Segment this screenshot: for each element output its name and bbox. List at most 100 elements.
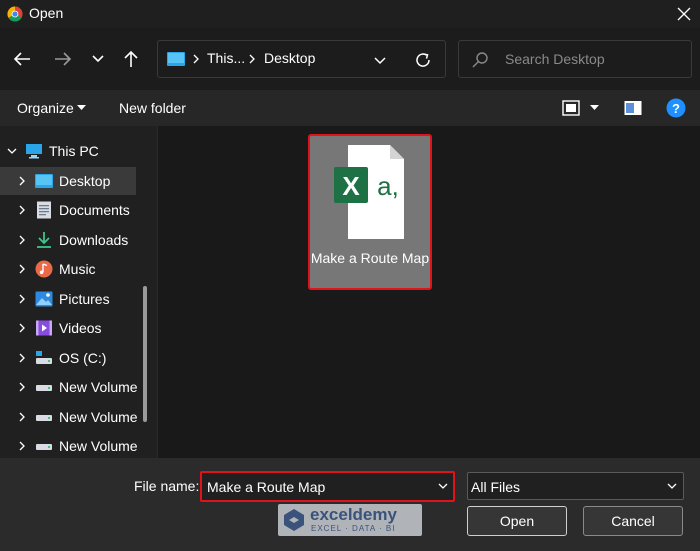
sidebar-item-desktop[interactable]: Desktop xyxy=(0,167,136,195)
sidebar-scrollbar[interactable] xyxy=(143,286,147,422)
chevron-right-icon xyxy=(19,323,25,333)
breadcrumb-desktop[interactable]: Desktop xyxy=(264,50,315,66)
preview-pane-icon[interactable] xyxy=(624,100,642,116)
arrow-up-icon xyxy=(124,50,138,67)
refresh-icon[interactable] xyxy=(413,50,433,70)
sidebar-item-label: New Volume xyxy=(59,379,138,395)
sidebar-item-music[interactable]: Music xyxy=(0,255,150,283)
sidebar-item-label: Documents xyxy=(59,202,130,218)
sidebar-item-label: Videos xyxy=(59,320,102,336)
search-placeholder: Search Desktop xyxy=(505,51,605,67)
file-name-label: Make a Route Map xyxy=(310,250,430,266)
organize-menu[interactable]: Organize xyxy=(17,100,74,116)
arrow-left-icon xyxy=(13,52,30,66)
cancel-button[interactable]: Cancel xyxy=(583,506,683,536)
pc-icon xyxy=(26,144,42,159)
chevron-right-icon xyxy=(19,294,25,304)
file-type-select[interactable]: All Files xyxy=(467,472,684,500)
chevron-right-icon xyxy=(19,353,25,363)
navigation-bar: This... Desktop Search Desktop xyxy=(0,28,700,90)
desktop-folder-icon xyxy=(167,52,185,66)
file-name-input[interactable]: Make a Route Map xyxy=(200,471,455,502)
chevron-down-icon xyxy=(7,148,17,154)
sidebar-item-label: OS (C:) xyxy=(59,350,107,366)
drive-icon xyxy=(36,444,52,450)
open-button[interactable]: Open xyxy=(467,506,567,536)
view-layout-icon[interactable] xyxy=(562,99,580,117)
sidebar-item-documents[interactable]: Documents xyxy=(0,196,150,224)
svg-text:?: ? xyxy=(672,101,680,116)
chevron-right-icon xyxy=(19,235,25,245)
navigation-pane: This PC Desktop Documents Downloads Musi… xyxy=(0,126,157,458)
dialog-footer: File name: Make a Route Map All Files ex… xyxy=(0,458,700,551)
exceldemy-logo-icon xyxy=(284,509,304,531)
sidebar-item-label: This PC xyxy=(49,143,99,159)
sidebar-item-os-c[interactable]: OS (C:) xyxy=(0,344,150,372)
drive-icon xyxy=(36,351,52,364)
svg-text:X: X xyxy=(342,171,360,201)
up-button[interactable] xyxy=(118,46,144,72)
help-icon[interactable]: ? xyxy=(666,98,686,118)
drive-icon xyxy=(36,415,52,421)
search-box[interactable]: Search Desktop xyxy=(458,40,692,78)
excel-file-icon: X a, xyxy=(334,145,404,239)
file-name-value: Make a Route Map xyxy=(207,479,326,495)
sidebar-item-label: Music xyxy=(59,261,96,277)
drive-icon xyxy=(36,385,52,391)
title-bar: Open xyxy=(0,0,700,28)
forward-button[interactable] xyxy=(50,46,76,72)
sidebar-item-new-volume[interactable]: New Volume xyxy=(0,403,150,431)
svg-text:a,: a, xyxy=(377,171,399,201)
sidebar-item-label: Desktop xyxy=(59,173,111,189)
chevron-right-icon xyxy=(19,441,25,451)
sidebar-item-pictures[interactable]: Pictures xyxy=(0,285,150,313)
chevron-down-icon xyxy=(92,55,104,63)
chevron-right-icon xyxy=(193,54,199,64)
desktop-folder-icon xyxy=(35,174,53,188)
sidebar-item-label: New Volume xyxy=(59,409,138,425)
chevron-right-icon xyxy=(19,205,25,215)
sidebar-item-downloads[interactable]: Downloads xyxy=(0,226,150,254)
close-button[interactable] xyxy=(672,2,696,26)
pictures-icon xyxy=(35,291,53,307)
exceldemy-watermark: exceldemy EXCEL · DATA · BI xyxy=(278,504,422,536)
file-item[interactable]: X a, Make a Route Map xyxy=(308,134,432,290)
sidebar-item-new-volume[interactable]: New Volume xyxy=(0,432,150,458)
search-icon xyxy=(472,52,488,68)
file-name-field-label: File name: xyxy=(134,478,200,494)
arrow-right-icon xyxy=(55,52,72,66)
documents-icon xyxy=(37,201,51,219)
new-folder-button[interactable]: New folder xyxy=(119,100,186,116)
chevron-right-icon xyxy=(19,382,25,392)
chevron-right-icon xyxy=(19,412,25,422)
breadcrumb-this-pc[interactable]: This... xyxy=(207,50,245,66)
chevron-down-icon xyxy=(667,483,677,489)
videos-icon xyxy=(36,320,52,336)
caret-down-icon xyxy=(77,105,86,110)
sidebar-item-label: Downloads xyxy=(59,232,129,248)
address-bar[interactable]: This... Desktop xyxy=(157,40,446,78)
watermark-subtitle: EXCEL · DATA · BI xyxy=(311,524,396,533)
chevron-down-icon[interactable] xyxy=(438,483,448,490)
sidebar-item-label: Pictures xyxy=(59,291,110,307)
music-icon xyxy=(35,260,53,278)
command-bar: Organize New folder ? xyxy=(0,90,700,126)
recent-locations-button[interactable] xyxy=(85,46,111,72)
window-title: Open xyxy=(29,5,64,21)
chevron-down-icon[interactable] xyxy=(372,52,388,68)
sidebar-item-label: New Volume xyxy=(59,438,138,454)
sidebar-item-new-volume[interactable]: New Volume xyxy=(0,373,150,401)
sidebar-item-videos[interactable]: Videos xyxy=(0,314,150,342)
caret-down-icon[interactable] xyxy=(590,105,599,111)
file-list: X a, Make a Route Map xyxy=(157,126,700,458)
downloads-icon xyxy=(37,232,51,248)
watermark-title: exceldemy xyxy=(310,505,397,524)
back-button[interactable] xyxy=(9,46,35,72)
chevron-right-icon xyxy=(19,264,25,274)
chrome-icon xyxy=(7,6,23,22)
sidebar-item-this-pc[interactable]: This PC xyxy=(0,137,150,165)
file-type-value: All Files xyxy=(471,479,521,495)
close-icon xyxy=(677,7,691,21)
chevron-right-icon xyxy=(249,54,255,64)
chevron-right-icon xyxy=(19,176,25,186)
